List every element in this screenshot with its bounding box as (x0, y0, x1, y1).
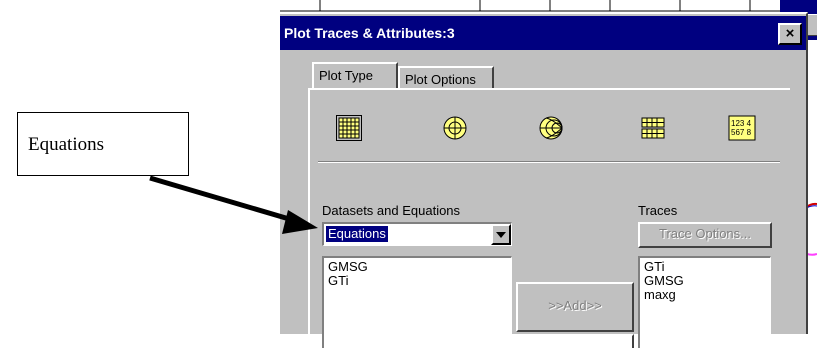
remove-button[interactable] (516, 334, 634, 348)
dialog-title: Plot Traces & Attributes:3 (284, 25, 455, 41)
background-window-button[interactable] (807, 14, 817, 36)
dialog-titlebar[interactable]: Plot Traces & Attributes:3 × (280, 16, 806, 50)
callout-text: Equations (28, 134, 104, 155)
rectangular-plot-icon[interactable] (336, 115, 362, 141)
list-item[interactable]: GMSG (328, 260, 507, 274)
plot-traces-dialog: Plot Traces & Attributes:3 × Plot Type P… (278, 12, 808, 348)
polar-plot-icon[interactable] (442, 115, 468, 141)
list-icon-row1: 123 4 (731, 119, 752, 128)
divider (318, 161, 780, 163)
trace-list[interactable]: GTi GMSG maxg (638, 256, 771, 348)
callout-box: Equations (17, 112, 189, 176)
traces-label: Traces (638, 203, 678, 218)
list-item[interactable]: GMSG (644, 274, 766, 288)
dataset-list[interactable]: GMSG GTi (322, 256, 512, 348)
close-button[interactable]: × (778, 23, 802, 45)
tab-plot-type[interactable]: Plot Type (312, 62, 398, 88)
list-plot-icon[interactable]: 123 4 567 8 (728, 115, 756, 141)
trace-options-button[interactable]: Trace Options... (638, 222, 772, 248)
list-item[interactable]: maxg (644, 288, 766, 302)
list-item[interactable]: GTi (644, 260, 766, 274)
add-button[interactable]: >>Add>> (516, 282, 634, 332)
dataset-selected-value: Equations (326, 226, 388, 242)
dataset-select[interactable]: Equations (322, 222, 512, 246)
background-axis-ticks (280, 0, 780, 12)
list-icon-row2: 567 8 (731, 128, 752, 137)
tab-plot-options[interactable]: Plot Options (398, 66, 494, 90)
list-item[interactable]: GTi (328, 274, 507, 288)
smith-chart-icon[interactable] (538, 115, 564, 141)
chevron-down-icon (496, 232, 506, 238)
stacked-plot-icon[interactable] (640, 115, 666, 141)
dropdown-button[interactable] (491, 224, 511, 245)
datasets-label: Datasets and Equations (322, 203, 461, 218)
